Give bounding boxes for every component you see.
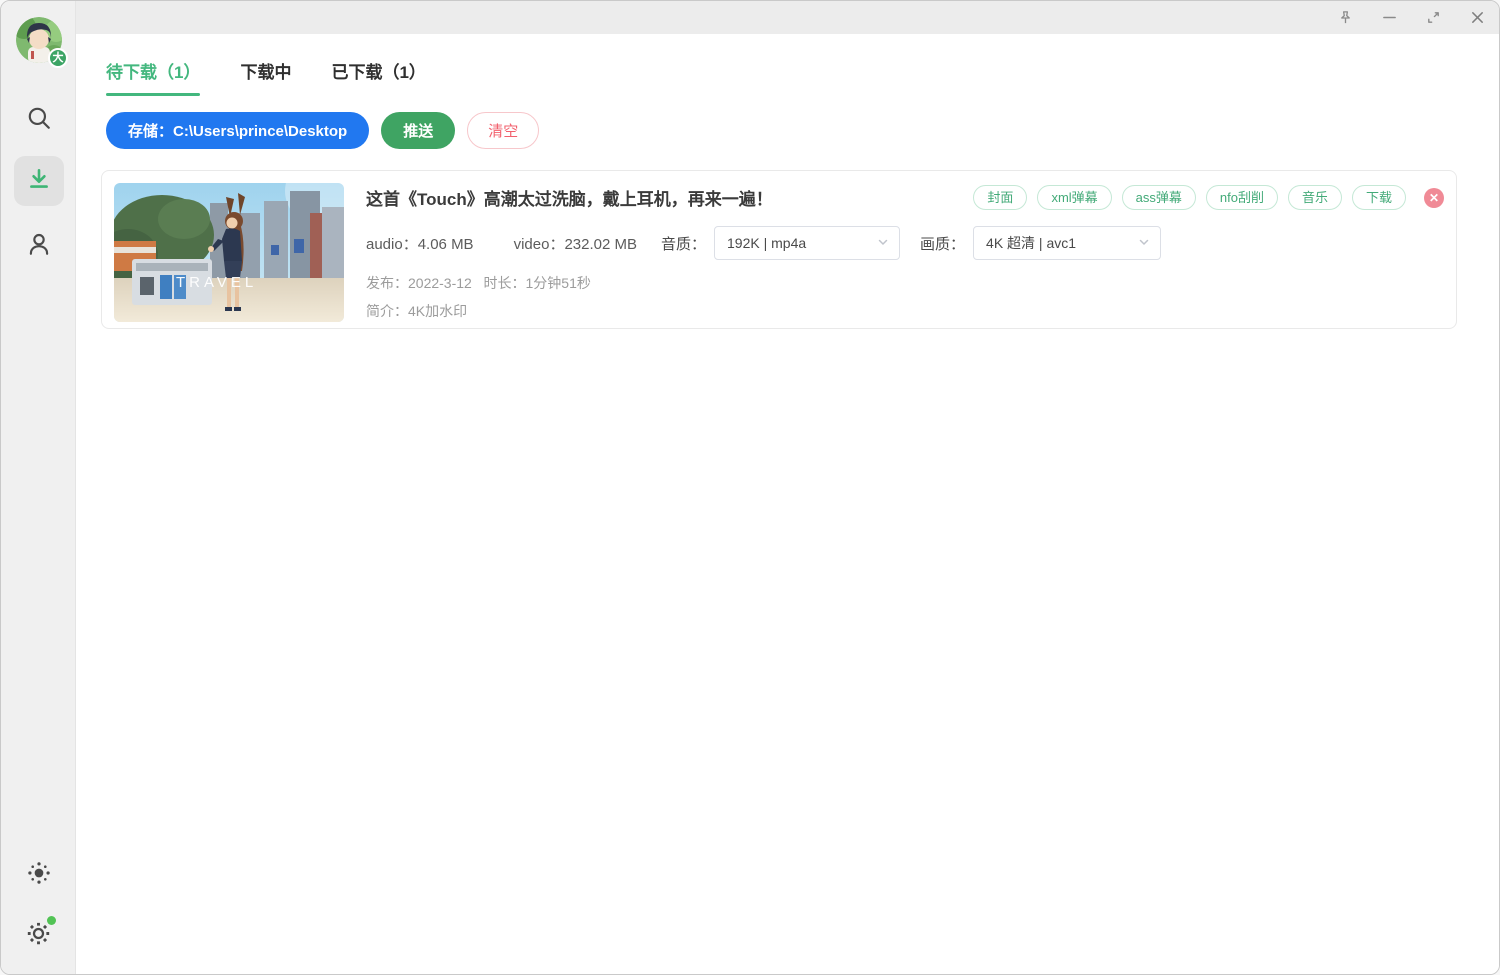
audio-size-label: audio： <box>366 236 418 253</box>
duration-label: 时长： <box>484 275 526 291</box>
description-label: 简介： <box>366 303 408 319</box>
duration-value: 1分钟51秒 <box>526 275 591 291</box>
clear-button[interactable]: 清空 <box>467 112 539 149</box>
tab-downloading[interactable]: 下载中 <box>240 58 291 96</box>
media-info-row: audio：4.06 MB video：232.02 MB 音质： 192K |… <box>366 226 1444 260</box>
minimize-button[interactable] <box>1377 6 1401 30</box>
video-quality-value: 4K 超清 | avc1 <box>986 233 1130 253</box>
settings-notification-dot <box>47 916 56 925</box>
pin-window-button[interactable] <box>1333 6 1357 30</box>
publish-date: 2022-3-12 <box>408 275 472 291</box>
description-value: 4K加水印 <box>408 303 467 319</box>
tab-pending[interactable]: 待下载（1） <box>106 58 200 96</box>
video-thumbnail[interactable]: TRAVEL <box>114 183 344 322</box>
maximize-button[interactable] <box>1421 6 1445 30</box>
thumbnail-overlay-text: TRAVEL <box>176 274 257 291</box>
tab-bar: 待下载（1） 下载中 已下载（1） <box>106 58 1499 96</box>
remove-item-icon[interactable]: ✕ <box>1424 188 1444 208</box>
publish-label: 发布： <box>366 275 408 291</box>
tag-download[interactable]: 下载 <box>1352 185 1406 210</box>
video-quality-select[interactable]: 4K 超清 | avc1 <box>973 226 1161 260</box>
video-size-label: video： <box>514 236 565 253</box>
tag-xml-danmaku[interactable]: xml弹幕 <box>1037 185 1111 210</box>
download-item-card: TRAVEL 这首《Touch》高潮太过洗脑，戴上耳机，再来一遍！ 封面 xml… <box>101 170 1457 329</box>
chevron-down-icon <box>877 235 889 251</box>
titlebar <box>76 1 1499 34</box>
audio-quality-value: 192K | mp4a <box>727 235 869 251</box>
download-item-info: 这首《Touch》高潮太过洗脑，戴上耳机，再来一遍！ 封面 xml弹幕 ass弹… <box>366 183 1444 316</box>
sidebar: 大 <box>1 1 76 974</box>
option-tags: 封面 xml弹幕 ass弹幕 nfo刮削 音乐 下载 <box>973 185 1406 210</box>
chevron-down-icon <box>1138 235 1150 251</box>
theme-brightness-icon[interactable] <box>1 859 76 887</box>
sidebar-item-downloads[interactable] <box>14 156 64 206</box>
tab-completed[interactable]: 已下载（1） <box>331 58 425 96</box>
audio-size-value: 4.06 MB <box>418 236 474 253</box>
tag-cover[interactable]: 封面 <box>973 185 1027 210</box>
video-quality-label: 画质： <box>920 233 965 254</box>
publish-duration-row: 发布：2022-3-12 时长：1分钟51秒 <box>366 273 1444 293</box>
tag-nfo-scrape[interactable]: nfo刮削 <box>1206 185 1278 210</box>
settings-gear-icon[interactable] <box>1 919 76 947</box>
close-window-button[interactable] <box>1465 6 1489 30</box>
main-content: 待下载（1） 下载中 已下载（1） 存储：C:\Users\prince\Des… <box>76 34 1499 974</box>
download-icon <box>26 166 52 197</box>
video-size-value: 232.02 MB <box>564 236 637 253</box>
tag-music[interactable]: 音乐 <box>1288 185 1342 210</box>
toolbar: 存储：C:\Users\prince\Desktop 推送 清空 <box>106 112 1499 149</box>
user-icon[interactable] <box>1 230 76 258</box>
avatar-badge: 大 <box>48 48 68 68</box>
push-button[interactable]: 推送 <box>381 112 455 149</box>
audio-quality-select[interactable]: 192K | mp4a <box>714 226 900 260</box>
app-window: 大 <box>0 0 1500 975</box>
avatar[interactable]: 大 <box>16 17 64 65</box>
description-row: 简介：4K加水印 <box>366 301 1444 321</box>
video-title: 这首《Touch》高潮太过洗脑，戴上耳机，再来一遍！ <box>366 185 957 210</box>
storage-path-button[interactable]: 存储：C:\Users\prince\Desktop <box>106 112 369 149</box>
tag-ass-danmaku[interactable]: ass弹幕 <box>1122 185 1196 210</box>
audio-quality-label: 音质： <box>661 233 706 254</box>
search-icon[interactable] <box>1 104 76 132</box>
